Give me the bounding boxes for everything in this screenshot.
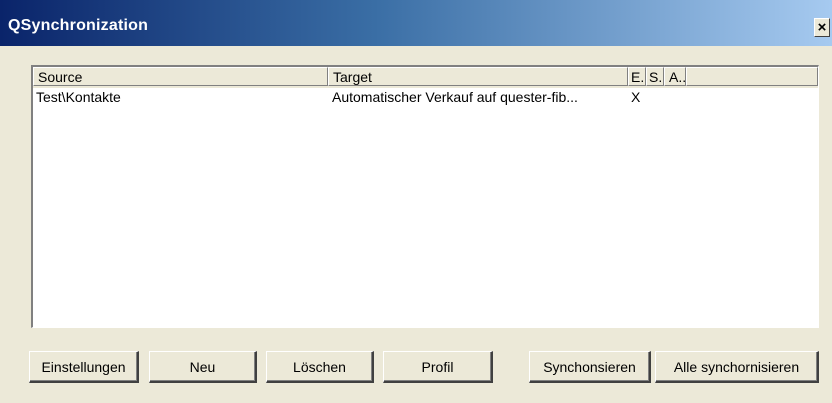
synchronisieren-button[interactable]: Synchonsieren bbox=[529, 351, 651, 383]
title-bar[interactable]: QSynchronization × bbox=[0, 0, 832, 46]
column-header-filler bbox=[686, 67, 818, 86]
column-header-a[interactable]: A.. bbox=[664, 67, 686, 86]
table-row[interactable]: Test\Kontakte Automatischer Verkauf auf … bbox=[33, 88, 818, 106]
column-header-source[interactable]: Source bbox=[33, 67, 328, 86]
neu-button[interactable]: Neu bbox=[149, 351, 257, 383]
row-e-flag: X bbox=[631, 89, 641, 105]
row-target: Automatischer Verkauf auf quester-fib... bbox=[332, 89, 578, 105]
profil-button[interactable]: Profil bbox=[383, 351, 493, 383]
window-title: QSynchronization bbox=[8, 17, 149, 34]
alle-synchronisieren-button[interactable]: Alle synchornisieren bbox=[655, 351, 819, 383]
loeschen-button[interactable]: Löschen bbox=[266, 351, 374, 383]
column-header-s[interactable]: S.. bbox=[646, 67, 664, 86]
close-icon[interactable]: × bbox=[814, 18, 830, 37]
column-header-e[interactable]: E.. bbox=[628, 67, 646, 86]
list-header: Source Target E.. S.. A.. bbox=[33, 67, 818, 88]
row-source: Test\Kontakte bbox=[36, 89, 121, 105]
column-header-target[interactable]: Target bbox=[328, 67, 628, 86]
sync-list[interactable]: Source Target E.. S.. A.. Test\Kontakte … bbox=[31, 65, 819, 328]
einstellungen-button[interactable]: Einstellungen bbox=[29, 351, 139, 383]
